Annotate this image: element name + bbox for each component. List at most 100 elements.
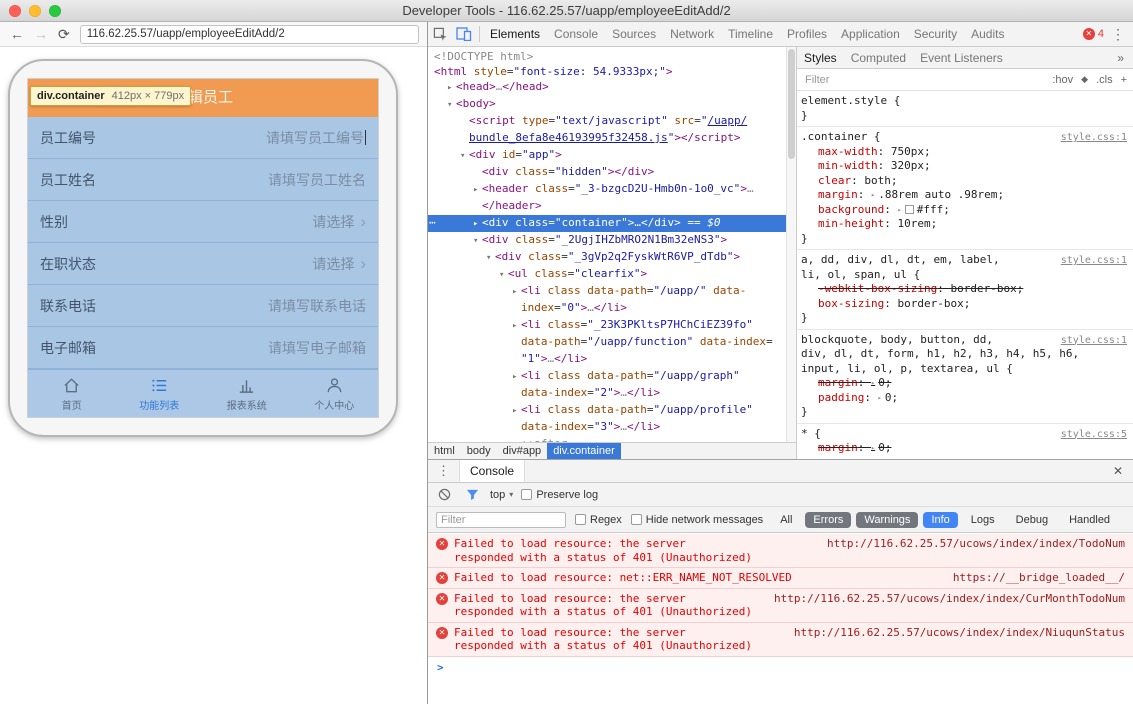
rule-selector[interactable]: * {style.css:5 bbox=[801, 427, 1129, 442]
tabbar-item-person[interactable]: 个人中心 bbox=[291, 370, 379, 417]
expand-icon[interactable]: ▸ bbox=[897, 206, 901, 214]
tree-line[interactable]: ▾ <ul class="clearfix"> bbox=[428, 266, 786, 283]
stylesheet-link[interactable]: style.css:1 bbox=[1061, 334, 1127, 349]
console-message[interactable]: ✕ Failed to load resource: the server resp… bbox=[428, 622, 1133, 657]
expand-icon[interactable]: ▸ bbox=[871, 379, 875, 387]
tree-line[interactable]: data-index="2">…</li> bbox=[428, 385, 786, 402]
console-prompt[interactable]: > bbox=[428, 657, 1133, 678]
tree-line[interactable]: ▾ <div class="_3gVp2q2FyskWtR6VP_dTdb"> bbox=[428, 249, 786, 266]
rule-selector[interactable]: blockquote, body, button, dd, style.css:1 bbox=[801, 333, 1129, 348]
css-property[interactable]: margin: ▸ 0; bbox=[801, 441, 1129, 456]
tab-timeline[interactable]: Timeline bbox=[721, 22, 780, 46]
error-count-badge[interactable]: ✕ 4 bbox=[1079, 28, 1108, 40]
cls-toggle[interactable]: .cls bbox=[1096, 74, 1113, 86]
css-property[interactable]: -webkit-box-sizing: border-box; bbox=[801, 282, 1129, 297]
tree-line[interactable]: ▸ <li class data-path="/uapp/" data- bbox=[428, 283, 786, 300]
tab-security[interactable]: Security bbox=[907, 22, 964, 46]
css-property[interactable]: box-sizing: border-box; bbox=[801, 297, 1129, 312]
close-icon[interactable]: ✕ bbox=[1103, 464, 1133, 478]
url-field[interactable]: 116.62.25.57/uapp/employeeEditAdd/2 bbox=[79, 24, 419, 44]
console-message-source[interactable]: https://__bridge_loaded__/ bbox=[953, 571, 1125, 585]
hov-toggle[interactable]: :hov bbox=[1052, 74, 1073, 86]
css-property[interactable]: clear: both; bbox=[801, 174, 1129, 189]
tree-line[interactable]: data-index="3">…</li> bbox=[428, 419, 786, 436]
tab-sources[interactable]: Sources bbox=[605, 22, 663, 46]
stylesheet-link[interactable]: style.css:1 bbox=[1061, 254, 1127, 269]
console-message-source[interactable]: http://116.62.25.57/ucows/index/index/Ni… bbox=[794, 626, 1125, 640]
expand-icon[interactable]: ▸ bbox=[871, 191, 875, 199]
preserve-log-checkbox[interactable]: Preserve log bbox=[521, 489, 598, 501]
form-row[interactable]: 电子邮箱 请填写电子邮箱 bbox=[28, 327, 378, 369]
tree-line[interactable]: ▸ <li class data-path="/uapp/profile" bbox=[428, 402, 786, 419]
form-row[interactable]: 员工姓名 请填写员工姓名 bbox=[28, 159, 378, 201]
sidebar-tab-event-listeners[interactable]: Event Listeners bbox=[913, 51, 1010, 65]
breadcrumb-item[interactable]: body bbox=[461, 443, 497, 459]
rule-selector[interactable]: div, dl, dt, form, h1, h2, h3, h4, h5, h… bbox=[801, 347, 1129, 362]
css-property[interactable]: min-width: 320px; bbox=[801, 159, 1129, 174]
console-level-logs[interactable]: Logs bbox=[963, 512, 1003, 528]
console-message[interactable]: ✕ Failed to load resource: net::ERR_NAME_… bbox=[428, 568, 1133, 589]
breadcrumb-item[interactable]: html bbox=[428, 443, 461, 459]
tree-line[interactable]: "1">…</li> bbox=[428, 351, 786, 368]
rule-selector[interactable]: li, ol, span, ul { bbox=[801, 268, 1129, 283]
tree-line[interactable]: ▸ <li class data-path="/uapp/graph" bbox=[428, 368, 786, 385]
pseudo-state-icon[interactable]: ◆ bbox=[1081, 74, 1088, 85]
form-row[interactable]: 性别 请选择 › bbox=[28, 201, 378, 243]
minimize-window-button[interactable] bbox=[29, 5, 41, 17]
console-level-handled[interactable]: Handled bbox=[1061, 512, 1118, 528]
stylesheet-link[interactable]: style.css:1 bbox=[1061, 131, 1127, 146]
form-row[interactable]: 在职状态 请选择 › bbox=[28, 243, 378, 285]
tree-line[interactable]: </header> bbox=[428, 198, 786, 215]
more-icon[interactable]: ⋯ bbox=[429, 215, 437, 230]
form-row[interactable]: 联系电话 请填写联系电话 bbox=[28, 285, 378, 327]
sidebar-tab-computed[interactable]: Computed bbox=[844, 51, 913, 65]
console-message-source[interactable]: http://116.62.25.57/ucows/index/index/To… bbox=[827, 537, 1125, 551]
console-tab[interactable]: Console bbox=[459, 460, 526, 482]
tree-line[interactable]: ▾ <div id="app"> bbox=[428, 147, 786, 164]
tree-line[interactable]: ▸ <li class="_23K3PKltsP7HChCiEZ39fo" bbox=[428, 317, 786, 334]
css-property[interactable]: background: ▸ #fff; bbox=[801, 203, 1129, 218]
tree-line[interactable]: ▾ <body> bbox=[428, 96, 786, 113]
styles-filter-input[interactable] bbox=[803, 72, 1053, 87]
tree-line[interactable]: bundle_8efa8e46193995f32458.js"></script… bbox=[428, 130, 786, 147]
css-property[interactable]: margin: ▸ .88rem auto .98rem; bbox=[801, 188, 1129, 203]
new-style-rule-button[interactable]: + bbox=[1121, 74, 1127, 86]
rule-selector[interactable]: .container {style.css:1 bbox=[801, 130, 1129, 145]
back-icon[interactable]: ← bbox=[10, 27, 24, 41]
sidebar-tab-styles[interactable]: Styles bbox=[797, 51, 844, 65]
console-level-warnings[interactable]: Warnings bbox=[856, 511, 919, 528]
console-message[interactable]: ✕ Failed to load resource: the server resp… bbox=[428, 534, 1133, 568]
tab-profiles[interactable]: Profiles bbox=[780, 22, 834, 46]
scrollbar-thumb[interactable] bbox=[788, 49, 795, 159]
tree-line[interactable]: <div class="hidden"></div> bbox=[428, 164, 786, 181]
form-row[interactable]: 员工编号 请填写员工编号 bbox=[28, 117, 378, 159]
rule-selector[interactable]: input, li, ol, p, textarea, ul { bbox=[801, 362, 1129, 377]
breadcrumb-item[interactable]: div#app bbox=[497, 443, 548, 459]
zoom-window-button[interactable] bbox=[49, 5, 61, 17]
more-menu-icon[interactable]: ⋮ bbox=[1108, 26, 1133, 43]
tree-line[interactable]: index="0">…</li> bbox=[428, 300, 786, 317]
tree-line[interactable]: ▾ <div class="_2UgjIHZbMRO2N1Bm32eNS3"> bbox=[428, 232, 786, 249]
tab-audits[interactable]: Audits bbox=[964, 22, 1011, 46]
tree-line[interactable]: ⋯ ▸ <div class="container">…</div> == $0 bbox=[428, 215, 786, 232]
scrollbar[interactable] bbox=[786, 47, 796, 442]
rule-selector[interactable]: element.style { bbox=[801, 94, 1129, 109]
close-window-button[interactable] bbox=[9, 5, 21, 17]
tabbar-item-home[interactable]: 首页 bbox=[28, 370, 116, 417]
clear-console-icon[interactable] bbox=[434, 485, 454, 505]
tree-line[interactable]: <html style="font-size: 54.9333px;"> bbox=[428, 64, 786, 79]
sidebar-tab-more[interactable]: » bbox=[1110, 51, 1133, 65]
tab-elements[interactable]: Elements bbox=[483, 22, 547, 46]
tree-line[interactable]: ▸ <header class="_3-bzgcD2U-Hmb0n-1o0_vc"… bbox=[428, 181, 786, 198]
tree-line[interactable]: ▸ <head>…</head> bbox=[428, 79, 786, 96]
expand-icon[interactable]: ▸ bbox=[878, 394, 882, 402]
console-level-info[interactable]: Info bbox=[923, 511, 958, 528]
inspect-icon[interactable] bbox=[428, 22, 452, 46]
tab-console[interactable]: Console bbox=[547, 22, 605, 46]
color-swatch-icon[interactable] bbox=[904, 204, 914, 214]
stylesheet-link[interactable]: style.css:5 bbox=[1061, 428, 1127, 443]
regex-checkbox[interactable]: Regex bbox=[575, 514, 622, 526]
tree-line[interactable]: <script type="text/javascript" src="/uap… bbox=[428, 113, 786, 130]
filter-funnel-icon[interactable] bbox=[462, 485, 482, 505]
css-property[interactable]: padding: ▸ 0; bbox=[801, 391, 1129, 406]
